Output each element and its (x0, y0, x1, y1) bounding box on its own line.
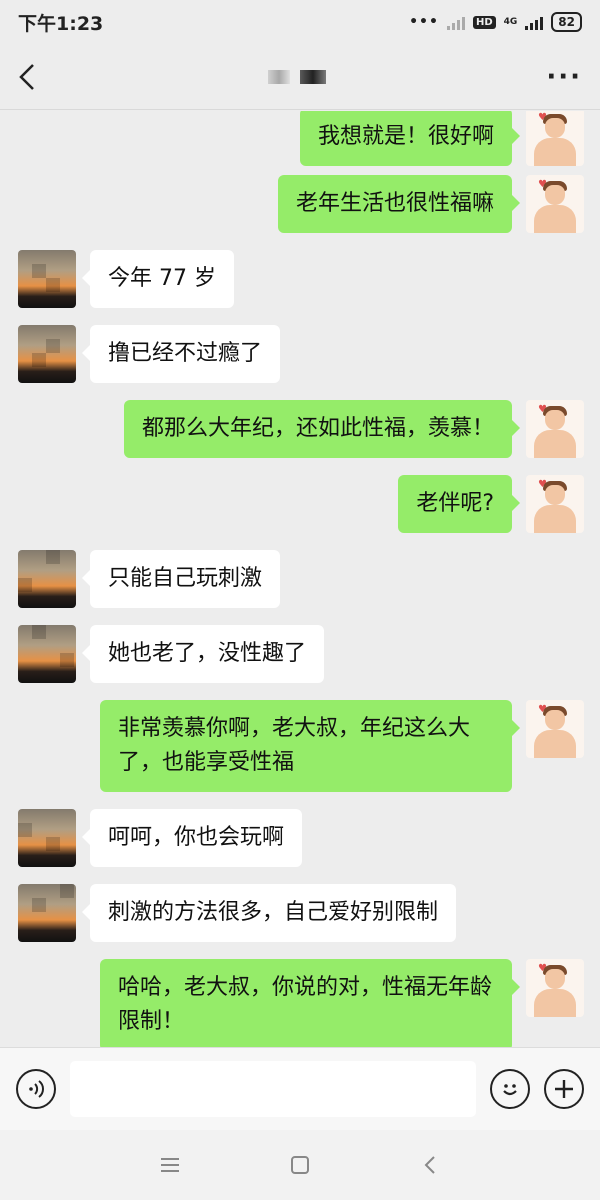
battery-indicator: 82 (551, 12, 582, 32)
status-time: 下午1:23 (18, 12, 104, 35)
signal-weak-icon (446, 14, 465, 30)
system-nav-bar (0, 1130, 600, 1200)
message-row: 呵呵，你也会玩啊 (0, 809, 600, 869)
message-bubble-other[interactable]: 刺激的方法很多，自己爱好别限制 (81, 884, 457, 942)
self-avatar[interactable]: ♥ (526, 111, 584, 166)
message-bubble-other[interactable]: 今年 77 岁 (82, 250, 234, 308)
self-avatar[interactable]: ♥ (526, 175, 584, 233)
back-icon (424, 1156, 435, 1174)
network-type: 4G (503, 17, 518, 27)
message-bubble-self[interactable]: 老伴呢? (398, 475, 520, 533)
message-row: 非常羡慕你啊，老大叔，年纪这么大了，也能享受性福 ♥ (0, 700, 600, 794)
message-bubble-self[interactable]: 老年生活也很性福嘛 (277, 175, 521, 233)
message-row: 老伴呢? ♥ (0, 475, 600, 535)
more-options-button[interactable]: ··· (546, 62, 582, 92)
voice-button[interactable] (16, 1069, 56, 1109)
back-button[interactable] (18, 57, 48, 97)
message-row: 今年 77 岁 (0, 250, 600, 310)
notification-dots-icon: ••• (409, 14, 439, 30)
message-bubble-self[interactable]: 我想就是！很好啊 (299, 111, 521, 166)
contact-avatar[interactable] (18, 250, 76, 308)
self-avatar[interactable]: ♥ (526, 475, 584, 533)
self-avatar[interactable]: ♥ (526, 700, 584, 758)
input-bar (0, 1047, 600, 1130)
message-bubble-other[interactable]: 只能自己玩刺激 (81, 550, 281, 608)
chat-title-redacted (268, 69, 327, 84)
redacted-name-block (300, 69, 327, 84)
contact-avatar[interactable] (18, 325, 76, 383)
message-row: 我想就是！很好啊 ♥ (0, 111, 600, 168)
menu-icon (161, 1158, 179, 1172)
home-button[interactable] (285, 1150, 315, 1180)
contact-avatar[interactable] (18, 625, 76, 683)
more-dots-icon: ··· (546, 61, 582, 92)
message-row: 刺激的方法很多，自己爱好别限制 (0, 884, 600, 944)
message-bubble-other[interactable]: 她也老了，没性趣了 (81, 625, 325, 683)
status-bar: 下午1:23 ••• HD 4G 82 (0, 0, 600, 44)
menu-button[interactable] (155, 1150, 185, 1180)
contact-avatar[interactable] (18, 550, 76, 608)
add-button[interactable] (544, 1069, 584, 1109)
contact-avatar[interactable] (18, 884, 76, 942)
self-avatar[interactable]: ♥ (526, 400, 584, 458)
self-avatar[interactable]: ♥ (526, 959, 584, 1017)
home-icon (291, 1156, 309, 1174)
plus-icon (555, 1080, 573, 1098)
message-row: 她也老了，没性趣了 (0, 625, 600, 685)
signal-strong-icon (525, 14, 544, 30)
redacted-name-block (268, 69, 291, 84)
emoji-button[interactable] (490, 1069, 530, 1109)
message-input[interactable] (70, 1061, 476, 1117)
status-indicators: ••• HD 4G 82 (409, 12, 582, 32)
message-row: 撸已经不过瘾了 (0, 325, 600, 385)
message-row: 哈哈，老大叔，你说的对，性福无年龄限制！ ♥ (0, 959, 600, 1047)
message-row: 只能自己玩刺激 (0, 550, 600, 610)
message-bubble-other[interactable]: 撸已经不过瘾了 (81, 325, 281, 383)
message-row: 都那么大年纪，还如此性福，羡慕！ ♥ (0, 400, 600, 460)
hd-badge: HD (472, 15, 496, 29)
chevron-left-icon (19, 63, 34, 90)
emoji-icon (503, 1084, 517, 1096)
message-bubble-other[interactable]: 呵呵，你也会玩啊 (81, 809, 303, 867)
message-row: 老年生活也很性福嘛 ♥ (0, 175, 600, 235)
voice-icon (29, 1080, 44, 1098)
contact-avatar[interactable] (18, 809, 76, 867)
message-bubble-self[interactable]: 都那么大年纪，还如此性福，羡慕！ (123, 400, 521, 458)
message-list[interactable]: 我想就是！很好啊 ♥ 老年生活也很性福嘛 ♥ 今年 77 岁 撸已经不过瘾了 都… (0, 111, 600, 1047)
message-bubble-self[interactable]: 哈哈，老大叔，你说的对，性福无年龄限制！ (100, 959, 520, 1047)
message-bubble-self[interactable]: 非常羡慕你啊，老大叔，年纪这么大了，也能享受性福 (100, 700, 520, 792)
nav-back-button[interactable] (415, 1150, 445, 1180)
chat-header: ··· (0, 44, 600, 110)
